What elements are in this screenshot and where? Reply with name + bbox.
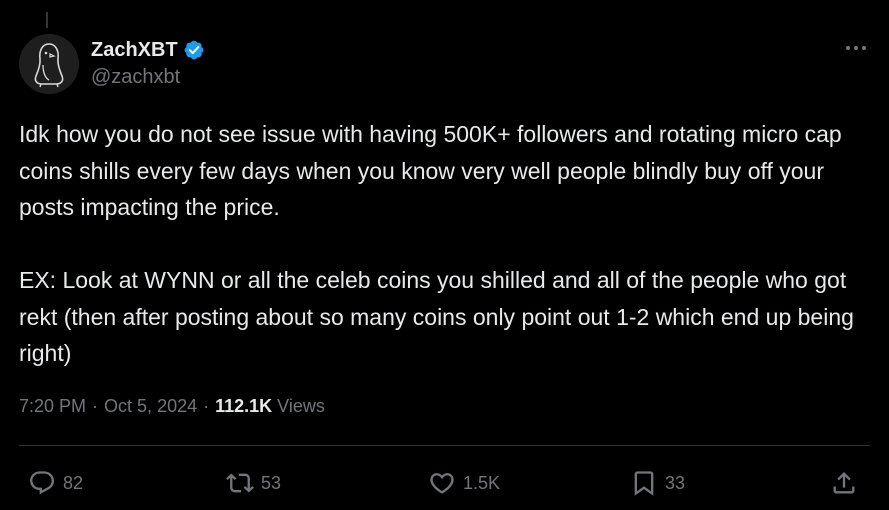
author-display-name[interactable]: ZachXBT xyxy=(91,39,178,62)
meta-separator: · xyxy=(203,396,210,416)
like-count: 1.5K xyxy=(463,472,501,493)
thread-connector-line xyxy=(46,12,48,28)
views-count: 112.1K xyxy=(215,396,273,416)
repost-button[interactable]: 53 xyxy=(226,466,281,500)
reply-count: 82 xyxy=(63,472,84,493)
avatar-penguin-image xyxy=(19,34,79,94)
author-names: ZachXBT @zachxbt xyxy=(91,37,205,89)
repost-icon xyxy=(226,473,254,493)
bookmark-button[interactable]: 33 xyxy=(630,466,685,500)
repost-count: 53 xyxy=(261,472,282,493)
bookmark-count: 33 xyxy=(665,472,686,493)
tweet-time[interactable]: 7:20 PM xyxy=(19,396,86,416)
tweet-text: Idk how you do not see issue with having… xyxy=(19,116,869,372)
share-button[interactable] xyxy=(830,466,858,500)
author-handle[interactable]: @zachxbt xyxy=(91,66,205,89)
tweet-header: ZachXBT @zachxbt xyxy=(19,34,871,94)
verified-badge-icon xyxy=(183,39,205,61)
more-dots-icon xyxy=(846,46,866,50)
tweet-date[interactable]: Oct 5, 2024 xyxy=(104,396,197,416)
bookmark-icon xyxy=(634,471,654,496)
tweet-paragraph: EX: Look at WYNN or all the celeb coins … xyxy=(19,267,854,366)
tweet-paragraph: Idk how you do not see issue with having… xyxy=(19,121,842,220)
divider xyxy=(19,445,870,446)
tweet-meta: 7:20 PM · Oct 5, 2024 · 112.1K Views xyxy=(19,396,325,417)
reply-button[interactable]: 82 xyxy=(28,466,83,500)
more-options-button[interactable] xyxy=(841,36,871,60)
meta-separator: · xyxy=(92,396,99,416)
heart-icon xyxy=(430,473,454,494)
avatar[interactable] xyxy=(19,34,79,94)
reply-icon xyxy=(30,471,54,495)
views-label: Views xyxy=(277,396,325,416)
like-button[interactable]: 1.5K xyxy=(428,466,500,500)
share-icon xyxy=(833,472,855,494)
